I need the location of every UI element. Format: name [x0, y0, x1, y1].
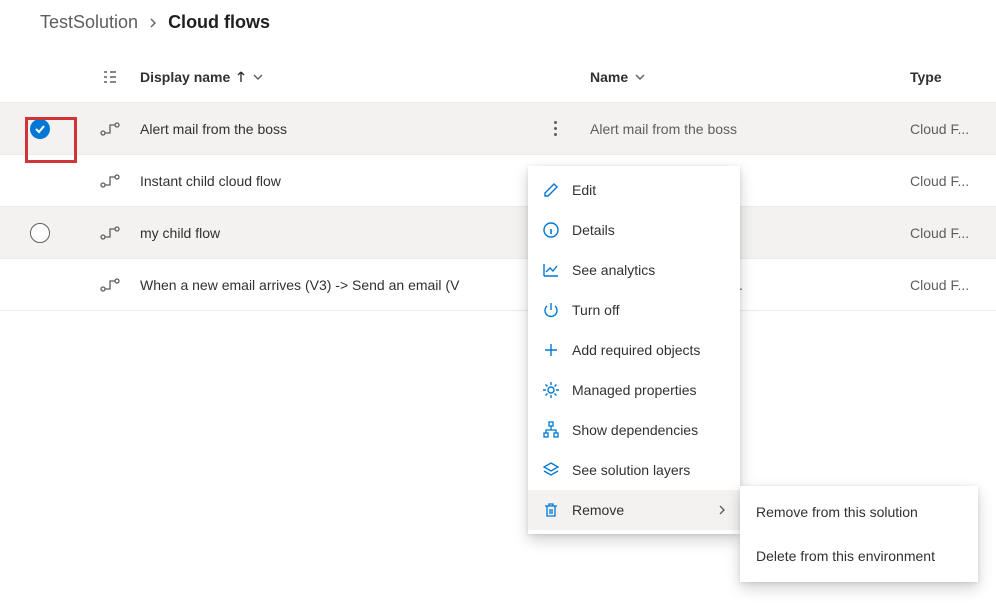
- plus-icon: [542, 341, 560, 359]
- menu-item-turn-off[interactable]: Turn off: [528, 290, 740, 330]
- table-header-row: Display name Name Type: [0, 51, 996, 103]
- menu-item-label: Edit: [572, 182, 596, 198]
- flow-icon: [80, 174, 140, 188]
- row-context-menu: Edit Details See analytics Turn off Add …: [528, 166, 740, 534]
- power-icon: [542, 301, 560, 319]
- display-name-cell[interactable]: Alert mail from the boss: [140, 121, 520, 137]
- sort-asc-icon: [236, 71, 246, 83]
- remove-submenu: Remove from this solution Delete from th…: [740, 486, 978, 582]
- menu-item-remove[interactable]: Remove: [528, 490, 740, 530]
- menu-item-label: Add required objects: [572, 342, 700, 358]
- analytics-icon: [542, 261, 560, 279]
- menu-item-managed-properties[interactable]: Managed properties: [528, 370, 740, 410]
- menu-item-label: Show dependencies: [572, 422, 698, 438]
- customize-columns-icon[interactable]: [80, 69, 140, 85]
- table-row[interactable]: Instant child cloud flow Cloud F...: [0, 155, 996, 207]
- menu-item-see-layers[interactable]: See solution layers: [528, 450, 740, 490]
- chevron-right-icon: [148, 18, 158, 28]
- more-vertical-icon: [547, 121, 563, 136]
- menu-item-label: Turn off: [572, 302, 619, 318]
- type-cell: Cloud F...: [910, 121, 996, 137]
- breadcrumb-current: Cloud flows: [168, 12, 270, 33]
- menu-item-label: See solution layers: [572, 462, 690, 478]
- col-header-label: Type: [910, 69, 942, 85]
- flow-icon: [80, 226, 140, 240]
- submenu-item-label: Remove from this solution: [756, 504, 918, 520]
- info-icon: [542, 221, 560, 239]
- submenu-item-remove-solution[interactable]: Remove from this solution: [740, 490, 978, 534]
- menu-item-label: Managed properties: [572, 382, 697, 398]
- submenu-item-label: Delete from this environment: [756, 548, 935, 564]
- col-header-type[interactable]: Type: [910, 69, 996, 85]
- pencil-icon: [542, 181, 560, 199]
- menu-item-add-required[interactable]: Add required objects: [528, 330, 740, 370]
- menu-item-edit[interactable]: Edit: [528, 170, 740, 210]
- col-header-name[interactable]: Name: [590, 69, 910, 85]
- display-name-cell[interactable]: When a new email arrives (V3) -> Send an…: [140, 277, 520, 293]
- gear-icon: [542, 381, 560, 399]
- row-more-button[interactable]: [520, 121, 590, 136]
- type-cell: Cloud F...: [910, 225, 996, 241]
- type-cell: Cloud F...: [910, 277, 996, 293]
- chevron-down-icon: [634, 73, 646, 81]
- breadcrumb: TestSolution Cloud flows: [0, 0, 996, 51]
- type-cell: Cloud F...: [910, 173, 996, 189]
- table-row[interactable]: my child flow Cloud F...: [0, 207, 996, 259]
- menu-item-label: See analytics: [572, 262, 655, 278]
- row-checkbox-checked[interactable]: [30, 119, 50, 139]
- table-row[interactable]: When a new email arrives (V3) -> Send an…: [0, 259, 996, 311]
- menu-item-label: Remove: [572, 502, 624, 518]
- menu-item-analytics[interactable]: See analytics: [528, 250, 740, 290]
- layers-icon: [542, 461, 560, 479]
- flows-table: Display name Name Type Al: [0, 51, 996, 311]
- hierarchy-icon: [542, 421, 560, 439]
- table-row[interactable]: Alert mail from the boss Alert mail from…: [0, 103, 996, 155]
- chevron-right-icon: [718, 504, 726, 516]
- chevron-down-icon: [252, 73, 264, 81]
- menu-item-details[interactable]: Details: [528, 210, 740, 250]
- col-header-display-name[interactable]: Display name: [140, 69, 520, 85]
- flow-icon: [80, 122, 140, 136]
- menu-item-label: Details: [572, 222, 615, 238]
- flow-icon: [80, 278, 140, 292]
- display-name-cell[interactable]: my child flow: [140, 225, 520, 241]
- col-header-label: Display name: [140, 69, 230, 85]
- trash-icon: [542, 501, 560, 519]
- breadcrumb-parent[interactable]: TestSolution: [40, 12, 138, 33]
- row-checkbox-unchecked[interactable]: [30, 223, 50, 243]
- menu-item-show-dependencies[interactable]: Show dependencies: [528, 410, 740, 450]
- submenu-item-delete-environment[interactable]: Delete from this environment: [740, 534, 978, 578]
- name-cell: Alert mail from the boss: [590, 121, 910, 137]
- display-name-cell[interactable]: Instant child cloud flow: [140, 173, 520, 189]
- col-header-label: Name: [590, 69, 628, 85]
